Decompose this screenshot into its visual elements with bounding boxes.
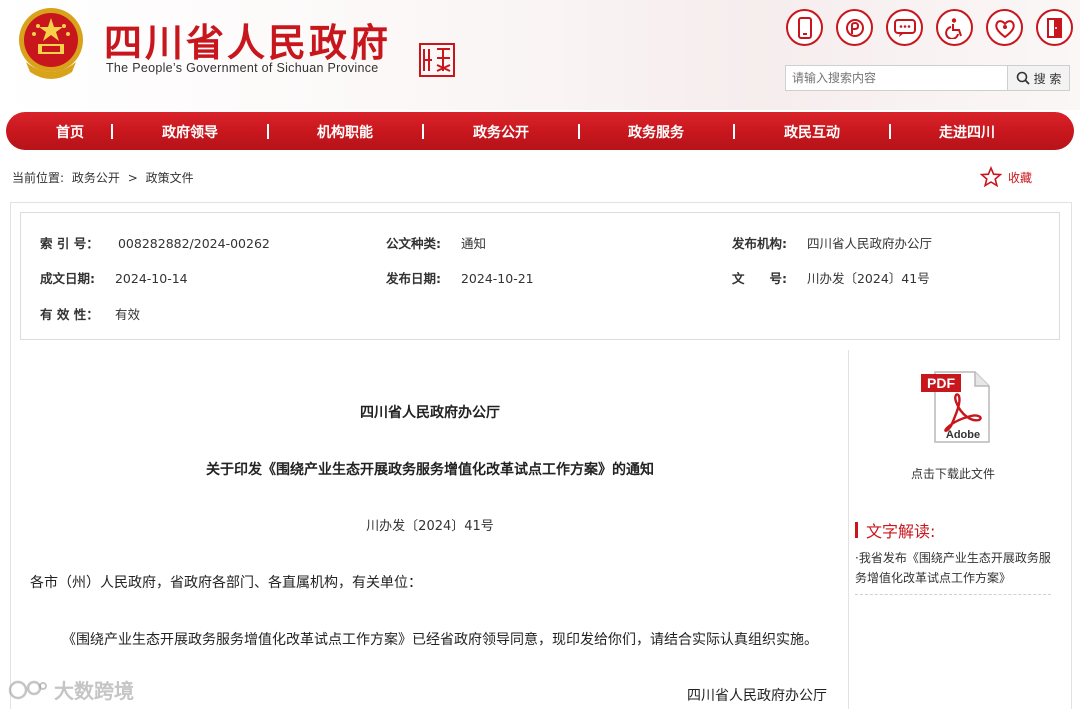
meta-docno-value: 川办发〔2024〕41号 <box>806 271 930 286</box>
heading-accent-bar <box>855 522 858 538</box>
salutation: 各市（州）人民政府，省政府各部门、各直属机构，有关单位： <box>30 575 422 591</box>
meta-issuer: 发布机构: 四川省人民政府办公厅 <box>732 233 932 252</box>
wechat-icon[interactable] <box>886 9 923 46</box>
breadcrumb: 当前位置: 政务公开 > 政策文件 <box>12 169 198 186</box>
issuing-org-title: 四川省人民政府办公厅 <box>360 405 500 421</box>
breadcrumb-separator: > <box>127 171 138 185</box>
meta-validity: 有 效 性： 有效 <box>40 304 140 323</box>
meta-issuer-label: 发布机构: <box>732 236 787 251</box>
document-meta: 索 引 号： 008282882/2024-00262 公文种类: 通知 发布机… <box>20 212 1060 340</box>
interpretation-heading: 文字解读: <box>855 518 935 542</box>
nav-item-leaders[interactable]: 政府领导 <box>162 122 218 142</box>
site-subtitle: The People’s Government of Sichuan Provi… <box>106 61 379 75</box>
meta-index-label: 索 引 号： <box>40 236 99 251</box>
nav-item-services[interactable]: 政务服务 <box>628 122 684 142</box>
nav-separator <box>111 124 113 139</box>
meta-category-label: 公文种类: <box>386 236 441 251</box>
signature: 四川省人民政府办公厅 <box>687 688 827 704</box>
meta-validity-value: 有效 <box>114 307 140 322</box>
search-box: 搜 索 <box>785 65 1070 91</box>
search-input[interactable] <box>786 66 1007 90</box>
mobile-icon[interactable] <box>786 9 823 46</box>
sidebar-divider <box>848 350 849 709</box>
elderly-care-icon[interactable] <box>986 9 1023 46</box>
interpretation-link[interactable]: ·我省发布《围绕产业生态开展政务服务增值化改革试点工作方案》 <box>855 548 1051 595</box>
breadcrumb-prefix: 当前位置: <box>12 171 65 185</box>
meta-category-value: 通知 <box>460 236 486 251</box>
favorite-label: 收藏 <box>1008 170 1033 185</box>
accessibility-icon[interactable] <box>936 9 973 46</box>
meta-published-value: 2024-10-21 <box>460 271 534 286</box>
watermark-logo-icon <box>8 680 47 699</box>
favorite-button[interactable]: 收藏 <box>980 166 1032 188</box>
meta-created-value: 2024-10-14 <box>114 271 188 286</box>
star-icon <box>980 166 1002 188</box>
site-header: 四川省人民政府 The People’s Government of Sichu… <box>0 0 1080 110</box>
nav-separator <box>889 124 891 139</box>
meta-published: 发布日期: 2024-10-21 <box>386 268 534 287</box>
meta-created-label: 成文日期: <box>40 271 95 286</box>
pdf-badge: PDF <box>927 375 955 391</box>
document-title: 关于印发《围绕产业生态开展政务服务增值化改革试点工作方案》的通知 <box>206 462 654 478</box>
interpretation-heading-text: 文字解读: <box>866 522 936 541</box>
nav-item-interaction[interactable]: 政民互动 <box>784 122 840 142</box>
meta-issuer-value: 四川省人民政府办公厅 <box>806 236 932 251</box>
tool-icons <box>786 9 1073 46</box>
body-paragraph: 《围绕产业生态开展政务服务增值化改革试点工作方案》已经省政府领导同意，现印发给你… <box>62 632 818 648</box>
meta-validity-label: 有 效 性： <box>40 307 99 322</box>
nav-item-home[interactable]: 首页 <box>56 122 84 142</box>
weibo-icon[interactable] <box>836 9 873 46</box>
meta-docno-label: 文 号: <box>732 271 787 286</box>
pdf-brand: Adobe <box>946 429 980 441</box>
document-number: 川办发〔2024〕41号 <box>366 519 494 534</box>
meta-published-label: 发布日期: <box>386 271 441 286</box>
download-file-link[interactable]: 点击下载此文件 <box>860 465 1046 482</box>
search-button[interactable]: 搜 索 <box>1007 66 1069 90</box>
exit-icon[interactable] <box>1036 9 1073 46</box>
meta-index-value: 008282882/2024-00262 <box>117 236 270 251</box>
nav-item-institutions[interactable]: 机构职能 <box>317 122 373 142</box>
article-body: 四川省人民政府办公厅 关于印发《围绕产业生态开展政务服务增值化改革试点工作方案》… <box>20 352 840 709</box>
main-nav: 首页 政府领导 机构职能 政务公开 政务服务 政民互动 走进四川 <box>6 112 1074 150</box>
watermark-text: 大数跨境 <box>54 679 134 703</box>
nav-item-about-sichuan[interactable]: 走进四川 <box>939 122 995 142</box>
pdf-download-icon[interactable]: PDF Adobe <box>917 368 995 446</box>
search-button-label: 搜 索 <box>1033 71 1062 86</box>
seal-logo-icon <box>419 43 455 77</box>
meta-category: 公文种类: 通知 <box>386 233 486 252</box>
watermark: 大数跨境 <box>8 675 134 704</box>
search-icon <box>1016 71 1030 85</box>
meta-created: 成文日期: 2024-10-14 <box>40 268 188 287</box>
nav-separator <box>422 124 424 139</box>
nav-separator <box>578 124 580 139</box>
nav-separator <box>267 124 269 139</box>
breadcrumb-item-open-government[interactable]: 政务公开 <box>72 171 120 185</box>
breadcrumb-item-policy-docs[interactable]: 政策文件 <box>146 171 194 185</box>
meta-index: 索 引 号： 008282882/2024-00262 <box>40 233 270 252</box>
site-title[interactable]: 四川省人民政府 <box>104 12 391 67</box>
meta-docno: 文 号: 川办发〔2024〕41号 <box>732 268 930 287</box>
nav-item-open-government[interactable]: 政务公开 <box>473 122 529 142</box>
nav-separator <box>733 124 735 139</box>
national-emblem-icon[interactable] <box>16 6 86 80</box>
